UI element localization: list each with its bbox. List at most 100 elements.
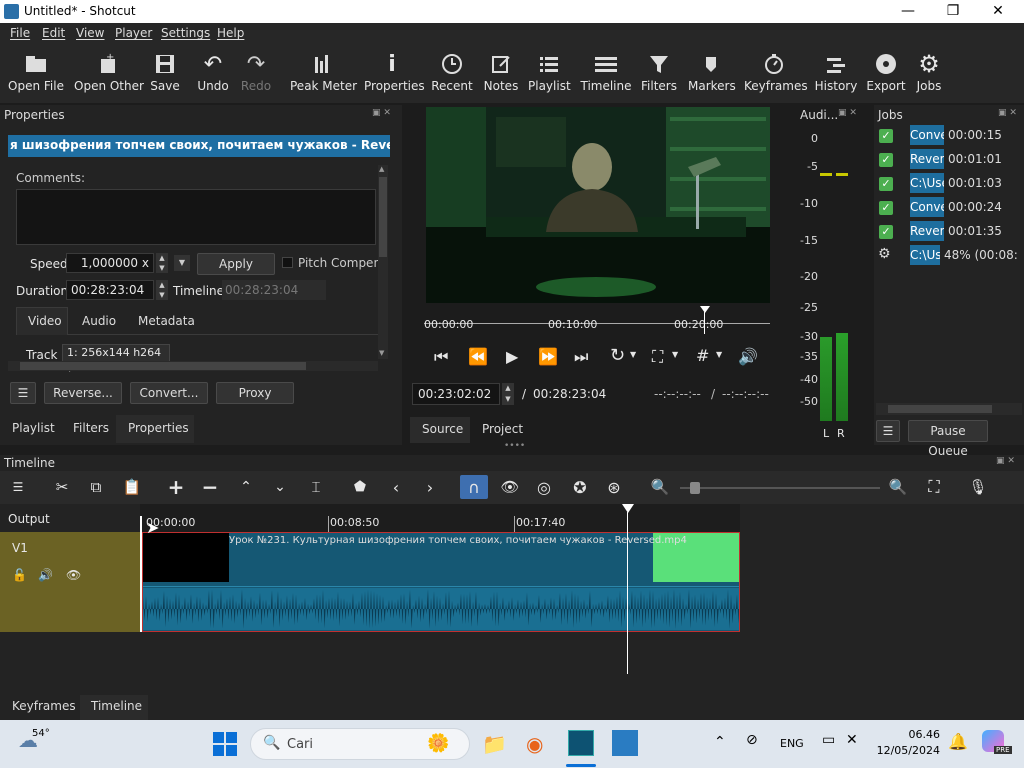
skip-next-icon[interactable]: ⏭ [574,347,588,367]
properties-menu-button[interactable]: ☰ [10,382,36,404]
job-item[interactable]: ✓ Revers 00:01:35 [874,221,1024,243]
dock-tab-playlist[interactable]: Playlist [12,421,55,435]
network-icon[interactable]: ⊘ [746,732,758,748]
ripple-markers-icon[interactable]: ⊛ [602,475,626,499]
jobs-button[interactable]: ⚙ Jobs [912,49,946,93]
reverse-button[interactable]: Reverse... [44,382,122,404]
jobs-panel-float-close-icons[interactable]: ▣ ✕ [998,108,1017,118]
file-explorer-icon[interactable]: 📁 [482,732,507,756]
save-button[interactable]: Save [148,49,182,93]
zoom-fit-icon[interactable]: ⛶ [652,347,663,367]
skip-previous-icon[interactable]: ⏮ [434,347,448,367]
playlist-button[interactable]: Playlist [528,49,571,93]
speed-input[interactable]: 1,000000 x [66,253,154,273]
job-item[interactable]: ✓ Conve 00:00:15 [874,125,1024,147]
append-plus-icon[interactable]: + [164,475,188,499]
windows-start-icon[interactable] [213,732,237,756]
filters-button[interactable]: Filters [640,49,678,93]
properties-vscrollbar[interactable]: ▲ ▼ [378,165,388,359]
markers-button[interactable]: Markers [688,49,736,93]
pitch-compensation-checkbox[interactable] [282,257,293,268]
cut-scissors-icon[interactable]: ✂ [50,475,74,499]
job-item-running[interactable]: ⚙ C:\Use 48% (00:08: [874,245,1024,267]
zoom-slider-handle[interactable] [690,482,700,494]
taskbar-search-box[interactable]: 🔍 Cari 🌼 [250,728,470,760]
pause-queue-button[interactable]: Pause Queue [908,420,988,458]
timeline-float-close-icons[interactable]: ▣ ✕ [996,456,1015,466]
track-select[interactable]: 1: 256x144 h264 ▾ [62,344,170,375]
timeline-empty-area[interactable] [140,632,740,672]
loop-dropdown-icon[interactable]: ▼ [630,350,636,359]
ripple-icon[interactable]: ◎ [532,475,556,499]
rewind-icon[interactable]: ⏪ [468,347,488,366]
paste-icon[interactable]: 📋 [120,475,144,499]
firefox-icon[interactable]: ◉ [526,732,543,756]
timeline-clip[interactable]: Урок №231. Культурная шизофрения топчем … [142,532,740,632]
zoom-dropdown-icon[interactable]: ▼ [672,350,678,359]
peak-meter-button[interactable]: Peak Meter [290,49,357,93]
dock-tab-timeline[interactable]: Timeline [91,699,142,713]
comments-textarea[interactable] [16,189,376,245]
viewer-playhead[interactable] [700,306,710,313]
recent-button[interactable]: Recent [430,49,474,93]
mute-speaker-icon[interactable]: 🔊 [38,568,53,582]
maximize-button[interactable]: ❐ [933,2,973,21]
speaker-muted-icon[interactable]: ✕ [846,732,858,748]
minimize-button[interactable]: — [888,2,928,21]
open-other-button[interactable]: + Open Other [74,49,144,93]
record-audio-mic-icon[interactable]: 🎙 [966,475,990,499]
split-icon[interactable]: ⌶ [304,475,328,499]
history-button[interactable]: History [814,49,858,93]
viewer-ruler[interactable]: 00:00:00 00:10:00 00:20:00 [424,306,770,338]
overwrite-down-icon[interactable]: ⌄ [268,475,292,499]
zoom-out-icon[interactable]: 🔍 [648,475,672,499]
shotcut-taskbar-icon[interactable] [568,730,594,756]
remove-minus-icon[interactable]: − [198,475,222,499]
previous-marker-icon[interactable]: ‹ [384,475,408,499]
next-marker-icon[interactable]: › [418,475,442,499]
menu-file[interactable]: File [10,26,30,40]
panel-float-close-icons[interactable]: ▣ ✕ [372,108,391,118]
dock-tab-keyframes[interactable]: Keyframes [12,699,76,713]
display-icon[interactable]: ▭ [822,732,835,748]
photos-app-icon[interactable] [612,730,638,756]
menu-edit[interactable]: Edit [42,26,65,40]
duration-spinner[interactable]: ▲ ▼ [156,280,168,300]
duration-input[interactable]: 00:28:23:04 [66,280,154,300]
tab-audio[interactable]: Audio [82,314,116,328]
position-timecode-input[interactable]: 00:23:02:02 [412,383,500,405]
play-icon[interactable]: ▶ [506,347,518,366]
apply-button[interactable]: Apply [197,253,275,275]
hide-eye-icon[interactable]: 👁 [66,568,81,582]
add-marker-icon[interactable]: ⬟ [348,475,372,499]
lock-icon[interactable]: 🔓 [12,568,27,582]
jobs-menu-button[interactable]: ☰ [876,420,900,442]
undo-button[interactable]: ↶ Undo [196,49,230,94]
properties-button[interactable]: i Properties [364,49,425,94]
export-button[interactable]: Export [866,49,906,93]
snap-magnet-icon[interactable]: ∩ [460,475,488,499]
zoom-slider[interactable] [680,487,880,489]
dock-tab-filters[interactable]: Filters [73,421,109,435]
clock-date[interactable]: 12/05/2024 [872,744,940,757]
tab-source[interactable]: Source [422,422,463,436]
properties-hscrollbar[interactable] [8,361,378,371]
job-item[interactable]: ✓ C:\Use 00:01:03 [874,173,1024,195]
timeline-ruler[interactable]: 00:00:00 00:08:50 00:17:40 [140,504,740,532]
scrub-eye-icon[interactable]: 👁 [498,475,522,499]
speed-spinner[interactable]: ▲ ▼ [156,253,168,273]
filename-field[interactable]: я шизофрения топчем своих, почитаем чужа… [8,135,390,157]
job-item[interactable]: ✓ Revers 00:01:01 [874,149,1024,171]
proxy-button[interactable]: Proxy [216,382,294,404]
timeline-playhead[interactable] [622,504,634,513]
grid-icon[interactable]: # [696,346,709,365]
language-indicator[interactable]: ENG [780,737,804,750]
clock-time[interactable]: 06.46 [884,728,941,741]
convert-button[interactable]: Convert... [130,382,208,404]
close-button[interactable]: ✕ [978,2,1018,21]
v1-track-header[interactable]: V1 🔓 🔊 👁 [0,532,140,632]
redo-button[interactable]: ↷ Redo [240,49,272,94]
chevron-up-icon[interactable]: ⌃ [714,734,726,750]
open-file-button[interactable]: Open File [8,49,64,93]
menu-player[interactable]: Player [115,26,152,40]
